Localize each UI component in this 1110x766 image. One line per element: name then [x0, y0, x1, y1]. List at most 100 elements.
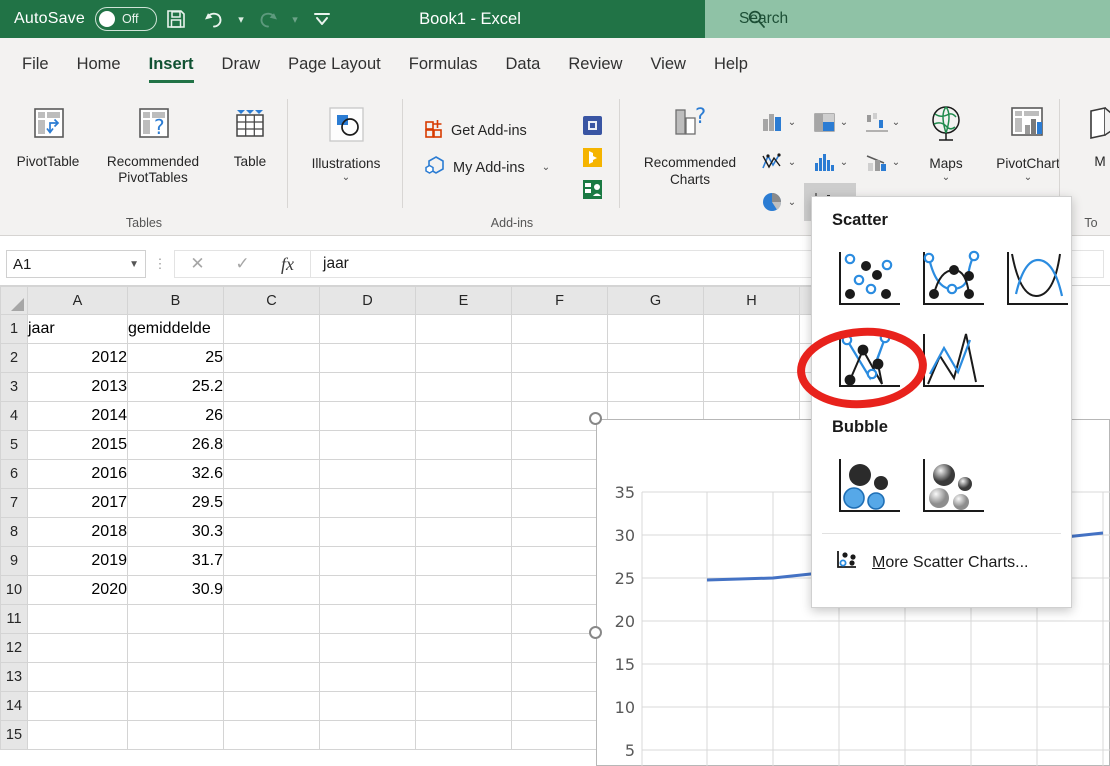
- cell-d7[interactable]: [320, 489, 416, 518]
- tab-formulas[interactable]: Formulas: [395, 38, 492, 91]
- cell-b10[interactable]: 30.9: [128, 576, 224, 605]
- cell-a10[interactable]: 2020: [28, 576, 128, 605]
- row-header-12[interactable]: 12: [1, 634, 28, 663]
- cell-b4[interactable]: 26: [128, 402, 224, 431]
- cell-b13[interactable]: [128, 663, 224, 692]
- gallery-item-bubble[interactable]: [830, 447, 908, 525]
- cell-d13[interactable]: [320, 663, 416, 692]
- cell-b8[interactable]: 30.3: [128, 518, 224, 547]
- cell-f13[interactable]: [512, 663, 608, 692]
- customize-quick-access-icon[interactable]: [303, 0, 341, 38]
- cell-g2[interactable]: [608, 344, 704, 373]
- cell-d5[interactable]: [320, 431, 416, 460]
- autosave-toggle[interactable]: Off: [95, 7, 157, 31]
- column-header-h[interactable]: H: [704, 287, 800, 315]
- cell-b6[interactable]: 32.6: [128, 460, 224, 489]
- save-icon[interactable]: [157, 0, 195, 38]
- select-all-corner[interactable]: [1, 287, 28, 315]
- table-button[interactable]: Table: [204, 103, 296, 170]
- cell-c15[interactable]: [224, 721, 320, 750]
- cell-h9[interactable]: [704, 547, 800, 576]
- cell-c9[interactable]: [224, 547, 320, 576]
- cell-g15[interactable]: [608, 721, 704, 750]
- tab-insert[interactable]: Insert: [135, 38, 208, 91]
- bing-maps-icon[interactable]: [580, 145, 605, 175]
- row-header-7[interactable]: 7: [1, 489, 28, 518]
- tab-review[interactable]: Review: [554, 38, 636, 91]
- cell-f7[interactable]: [512, 489, 608, 518]
- cell-d15[interactable]: [320, 721, 416, 750]
- row-header-3[interactable]: 3: [1, 373, 28, 402]
- cell-g11[interactable]: [608, 605, 704, 634]
- cell-b11[interactable]: [128, 605, 224, 634]
- cell-a3[interactable]: 2013: [28, 373, 128, 402]
- cell-g12[interactable]: [608, 634, 704, 663]
- cell-f6[interactable]: [512, 460, 608, 489]
- cell-c8[interactable]: [224, 518, 320, 547]
- gallery-item-scatter[interactable]: [830, 240, 908, 318]
- cell-h7[interactable]: [704, 489, 800, 518]
- tab-view[interactable]: View: [636, 38, 699, 91]
- gallery-item-scatter-with-smooth-lines-and-markers[interactable]: [914, 240, 992, 318]
- cell-h6[interactable]: [704, 460, 800, 489]
- cell-f11[interactable]: [512, 605, 608, 634]
- cell-f8[interactable]: [512, 518, 608, 547]
- cell-e10[interactable]: [416, 576, 512, 605]
- gallery-item-scatter-with-straight-lines-and-markers[interactable]: [830, 322, 908, 400]
- chevron-down-icon[interactable]: ⌄: [942, 172, 950, 183]
- cell-h13[interactable]: [704, 663, 800, 692]
- column-header-d[interactable]: D: [320, 287, 416, 315]
- tab-page-layout[interactable]: Page Layout: [274, 38, 395, 91]
- cell-c2[interactable]: [224, 344, 320, 373]
- column-header-b[interactable]: B: [128, 287, 224, 315]
- tab-home[interactable]: Home: [63, 38, 135, 91]
- cell-h2[interactable]: [704, 344, 800, 373]
- row-header-1[interactable]: 1: [1, 315, 28, 344]
- cell-b7[interactable]: 29.5: [128, 489, 224, 518]
- illustrations-button[interactable]: Illustrations ⌄: [300, 103, 392, 183]
- cell-i11[interactable]: [800, 605, 950, 634]
- tab-file[interactable]: File: [8, 38, 63, 91]
- cell-b12[interactable]: [128, 634, 224, 663]
- cell-h4[interactable]: [704, 402, 800, 431]
- cell-a14[interactable]: [28, 692, 128, 721]
- cell-e9[interactable]: [416, 547, 512, 576]
- cell-a7[interactable]: 2017: [28, 489, 128, 518]
- cell-c4[interactable]: [224, 402, 320, 431]
- cell-h10[interactable]: [704, 576, 800, 605]
- cell-g6[interactable]: [608, 460, 704, 489]
- cell-a15[interactable]: [28, 721, 128, 750]
- cell-h8[interactable]: [704, 518, 800, 547]
- cell-b2[interactable]: 25: [128, 344, 224, 373]
- cell-h14[interactable]: [704, 692, 800, 721]
- cell-d2[interactable]: [320, 344, 416, 373]
- cell-c13[interactable]: [224, 663, 320, 692]
- cell-f9[interactable]: [512, 547, 608, 576]
- cancel-icon[interactable]: ✕: [175, 250, 220, 278]
- column-header-f[interactable]: F: [512, 287, 608, 315]
- cell-g3[interactable]: [608, 373, 704, 402]
- cell-i13[interactable]: [800, 663, 950, 692]
- cell-h1[interactable]: [704, 315, 800, 344]
- tab-help[interactable]: Help: [700, 38, 762, 91]
- cell-g10[interactable]: [608, 576, 704, 605]
- search-input[interactable]: Search: [705, 0, 1110, 38]
- row-header-6[interactable]: 6: [1, 460, 28, 489]
- cell-e3[interactable]: [416, 373, 512, 402]
- row-header-5[interactable]: 5: [1, 431, 28, 460]
- gallery-item-3d-bubble[interactable]: [914, 447, 992, 525]
- undo-dropdown-chevron-icon[interactable]: ▾: [233, 0, 249, 38]
- get-add-ins-button[interactable]: Get Add-ins: [424, 117, 527, 144]
- chevron-down-icon[interactable]: ⌄: [788, 197, 796, 208]
- chevron-down-icon[interactable]: ⌄: [892, 117, 900, 128]
- pivotchart-button[interactable]: PivotChart ⌄: [978, 103, 1078, 183]
- cell-d8[interactable]: [320, 518, 416, 547]
- cell-d4[interactable]: [320, 402, 416, 431]
- people-graph-icon[interactable]: [580, 177, 605, 207]
- cell-e7[interactable]: [416, 489, 512, 518]
- row-header-4[interactable]: 4: [1, 402, 28, 431]
- insert-statistic-chart-button[interactable]: ⌄: [804, 143, 856, 181]
- my-add-ins-button[interactable]: My Add-ins ⌄: [424, 154, 550, 181]
- cell-e1[interactable]: [416, 315, 512, 344]
- row-header-15[interactable]: 15: [1, 721, 28, 750]
